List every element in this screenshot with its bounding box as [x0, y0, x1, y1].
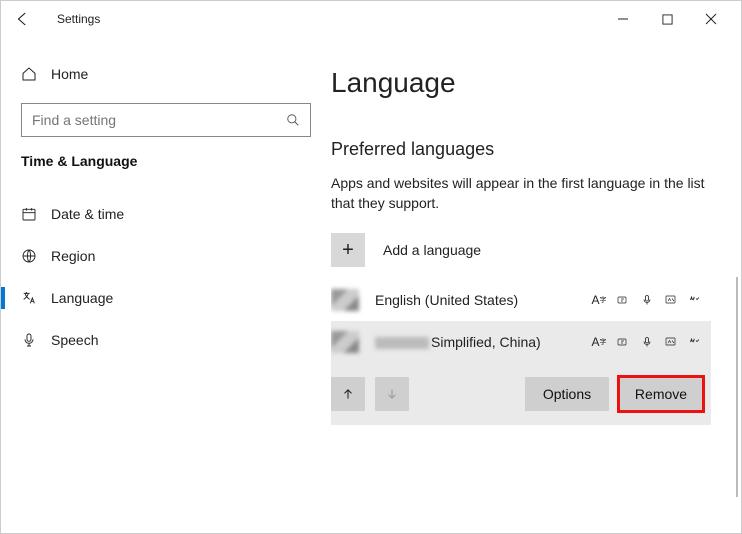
speech-icon: [639, 335, 655, 349]
language-thumb-icon: [331, 289, 359, 311]
language-item-chinese-simplified-selected: Simplified, China) A字: [331, 321, 711, 425]
calendar-icon: [21, 206, 37, 222]
main-panel: Language Preferred languages Apps and we…: [331, 37, 741, 533]
redacted-text: [375, 337, 429, 349]
section-description: Apps and websites will appear in the fir…: [331, 174, 711, 213]
remove-button[interactable]: Remove: [619, 377, 703, 411]
sidebar-item-region[interactable]: Region: [1, 235, 331, 277]
add-language-button[interactable]: + Add a language: [331, 233, 711, 267]
scrollbar-indicator[interactable]: [736, 277, 738, 497]
maximize-button[interactable]: [645, 4, 689, 34]
sidebar-item-language[interactable]: Language: [1, 277, 331, 319]
spellcheck-icon: [687, 293, 703, 307]
content-area: Home Time & Language Date & time Region …: [1, 37, 741, 533]
feature-icons: A字: [591, 293, 703, 307]
sidebar-item-label: Language: [51, 290, 113, 306]
add-language-label: Add a language: [383, 242, 481, 258]
home-label: Home: [51, 66, 88, 82]
feature-icons: A字: [591, 335, 703, 349]
settings-window: Settings Home Time & Language: [0, 0, 742, 534]
back-button[interactable]: [9, 5, 37, 33]
home-nav[interactable]: Home: [1, 53, 331, 95]
section-heading: Preferred languages: [331, 139, 711, 160]
plus-icon: +: [331, 233, 365, 267]
sidebar-item-label: Date & time: [51, 206, 124, 222]
handwriting-icon: [663, 335, 679, 349]
language-icon: [21, 290, 37, 306]
globe-icon: [21, 248, 37, 264]
language-actions: Options Remove: [331, 377, 703, 411]
search-input-wrap[interactable]: [21, 103, 311, 137]
language-item-chinese-simplified[interactable]: Simplified, China) A字: [331, 331, 703, 353]
microphone-icon: [21, 332, 37, 348]
display-lang-icon: A字: [591, 293, 607, 307]
tts-icon: [615, 293, 631, 307]
tts-icon: [615, 335, 631, 349]
section-label: Time & Language: [1, 153, 331, 169]
sidebar-item-date-time[interactable]: Date & time: [1, 193, 331, 235]
window-title: Settings: [57, 12, 100, 26]
sidebar-item-label: Speech: [51, 332, 98, 348]
home-icon: [21, 66, 37, 82]
options-button[interactable]: Options: [525, 377, 609, 411]
language-item-english-us[interactable]: English (United States) A字: [331, 279, 711, 321]
sidebar-item-speech[interactable]: Speech: [1, 319, 331, 361]
spellcheck-icon: [687, 335, 703, 349]
search-icon: [286, 113, 300, 127]
move-up-button[interactable]: [331, 377, 365, 411]
sidebar: Home Time & Language Date & time Region …: [1, 37, 331, 533]
titlebar: Settings: [1, 1, 741, 37]
search-input[interactable]: [32, 112, 286, 128]
display-lang-icon: A字: [591, 335, 607, 349]
language-thumb-icon: [331, 331, 359, 353]
close-button[interactable]: [689, 4, 733, 34]
sidebar-item-label: Region: [51, 248, 95, 264]
language-name: Simplified, China): [375, 334, 591, 350]
language-name: English (United States): [375, 292, 591, 308]
handwriting-icon: [663, 293, 679, 307]
move-down-button[interactable]: [375, 377, 409, 411]
speech-icon: [639, 293, 655, 307]
minimize-button[interactable]: [601, 4, 645, 34]
page-title: Language: [331, 67, 711, 99]
